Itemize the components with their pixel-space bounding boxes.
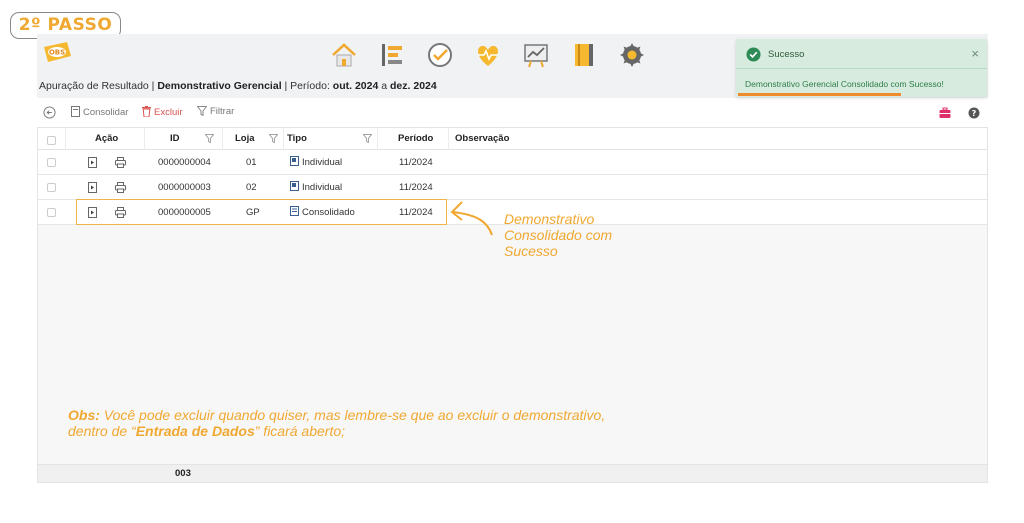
filtrar-label: Filtrar bbox=[210, 106, 235, 117]
svg-text:OBS: OBS bbox=[49, 49, 65, 57]
row-checkbox[interactable] bbox=[47, 183, 56, 192]
row-checkbox[interactable] bbox=[47, 158, 56, 167]
cell-periodo: 11/2024 bbox=[399, 182, 433, 193]
back-arrow-icon[interactable] bbox=[43, 106, 56, 119]
filter-icon[interactable] bbox=[363, 134, 372, 143]
grid-footer: 003 bbox=[38, 464, 987, 482]
cell-id: 0000000003 bbox=[158, 182, 211, 193]
obs-text-2: ” ficará aberto; bbox=[254, 423, 346, 439]
app-logo-icon[interactable]: OBS bbox=[41, 41, 73, 63]
excluir-button[interactable]: Excluir bbox=[142, 106, 183, 120]
highlight-box bbox=[76, 199, 447, 225]
column-divider bbox=[448, 128, 449, 150]
heart-pulse-icon[interactable] bbox=[473, 40, 503, 70]
cell-tipo-label: Individual bbox=[302, 182, 343, 193]
consolidar-label: Consolidar bbox=[83, 107, 129, 118]
notebook-icon[interactable] bbox=[569, 40, 599, 70]
check-icon bbox=[746, 47, 761, 62]
print-icon[interactable] bbox=[115, 182, 126, 193]
cell-id: 0000000004 bbox=[158, 157, 211, 168]
obs-note: Obs: Você pode excluir quando quiser, ma… bbox=[68, 407, 628, 439]
grid-header: Ação ID Loja Tipo Período Observação bbox=[38, 128, 987, 150]
excluir-label: Excluir bbox=[154, 107, 183, 118]
help-icon[interactable]: ? bbox=[968, 107, 980, 119]
column-divider bbox=[222, 128, 223, 150]
obs-emphasis: Entrada de Dados bbox=[135, 423, 255, 439]
home-icon[interactable] bbox=[329, 40, 359, 70]
chart-board-icon[interactable] bbox=[521, 40, 551, 70]
table-row[interactable]: 0000000003 02 Individual 11/2024 bbox=[38, 175, 987, 200]
document-type-icon bbox=[290, 181, 299, 191]
consolidar-button[interactable]: Consolidar bbox=[71, 106, 128, 120]
cell-tipo: Individual bbox=[290, 175, 342, 200]
filtrar-button[interactable]: Filtrar bbox=[196, 106, 235, 120]
row-checkbox[interactable] bbox=[47, 208, 56, 217]
breadcrumb-period-label: | Período: bbox=[281, 80, 333, 92]
col-header-loja[interactable]: Loja bbox=[235, 128, 255, 150]
settings-gear-icon[interactable] bbox=[617, 40, 647, 70]
cell-loja: 02 bbox=[246, 182, 257, 193]
annotation-arrow-icon bbox=[450, 201, 493, 236]
table-row[interactable]: 0000000004 01 Individual 11/2024 bbox=[38, 150, 987, 175]
trash-icon bbox=[142, 106, 151, 118]
print-icon[interactable] bbox=[115, 157, 126, 168]
breadcrumb-period-start: out. 2024 bbox=[332, 80, 379, 92]
col-header-tipo[interactable]: Tipo bbox=[287, 128, 307, 150]
filter-icon[interactable] bbox=[269, 134, 278, 143]
cell-tipo: Individual bbox=[290, 150, 342, 175]
close-icon[interactable]: × bbox=[971, 46, 979, 61]
column-divider bbox=[65, 128, 66, 150]
col-header-acao: Ação bbox=[95, 133, 119, 144]
toast-message: Demonstrativo Gerencial Consolidado com … bbox=[745, 79, 944, 89]
screen: 2º PASSO OBS Apuração de Resultado | Dem… bbox=[0, 0, 1024, 523]
filter-icon[interactable] bbox=[205, 134, 214, 143]
col-header-periodo[interactable]: Período bbox=[398, 128, 433, 150]
document-type-icon bbox=[290, 156, 299, 166]
select-all-checkbox[interactable] bbox=[47, 136, 56, 145]
col-header-observacao[interactable]: Observação bbox=[455, 128, 509, 150]
column-divider bbox=[283, 128, 284, 150]
col-header-id[interactable]: ID bbox=[170, 128, 180, 150]
column-divider bbox=[144, 128, 145, 150]
check-circle-icon[interactable] bbox=[425, 40, 455, 70]
view-document-icon[interactable] bbox=[88, 182, 98, 193]
column-divider bbox=[377, 128, 378, 150]
cell-loja: 01 bbox=[246, 157, 257, 168]
breadcrumb-period-end: dez. 2024 bbox=[390, 80, 437, 92]
obs-label: Obs: bbox=[68, 407, 100, 423]
view-document-icon[interactable] bbox=[88, 157, 98, 168]
svg-text:?: ? bbox=[972, 109, 977, 118]
record-count: 003 bbox=[175, 468, 191, 479]
toolbar: Consolidar Excluir Filtrar ? bbox=[37, 102, 988, 124]
toast-title: Sucesso bbox=[768, 49, 805, 60]
briefcase-icon[interactable] bbox=[939, 107, 951, 119]
breadcrumb-period-sep: a bbox=[378, 80, 391, 92]
filter-icon bbox=[196, 106, 208, 117]
annotation-text: Demonstrativo Consolidado com Sucesso bbox=[504, 211, 613, 259]
cell-tipo-label: Individual bbox=[302, 157, 343, 168]
breadcrumb-module: Apuração de Resultado | bbox=[39, 80, 158, 92]
breadcrumb: Apuração de Resultado | Demonstrativo Ge… bbox=[39, 80, 437, 92]
cell-periodo: 11/2024 bbox=[399, 157, 433, 168]
breadcrumb-page: Demonstrativo Gerencial bbox=[157, 80, 282, 92]
toast-progress-bar bbox=[738, 93, 901, 96]
hierarchy-icon[interactable] bbox=[377, 40, 407, 70]
document-icon bbox=[71, 106, 80, 117]
success-toast: Sucesso × Demonstrativo Gerencial Consol… bbox=[736, 39, 987, 97]
toast-header: Sucesso × bbox=[736, 39, 987, 69]
